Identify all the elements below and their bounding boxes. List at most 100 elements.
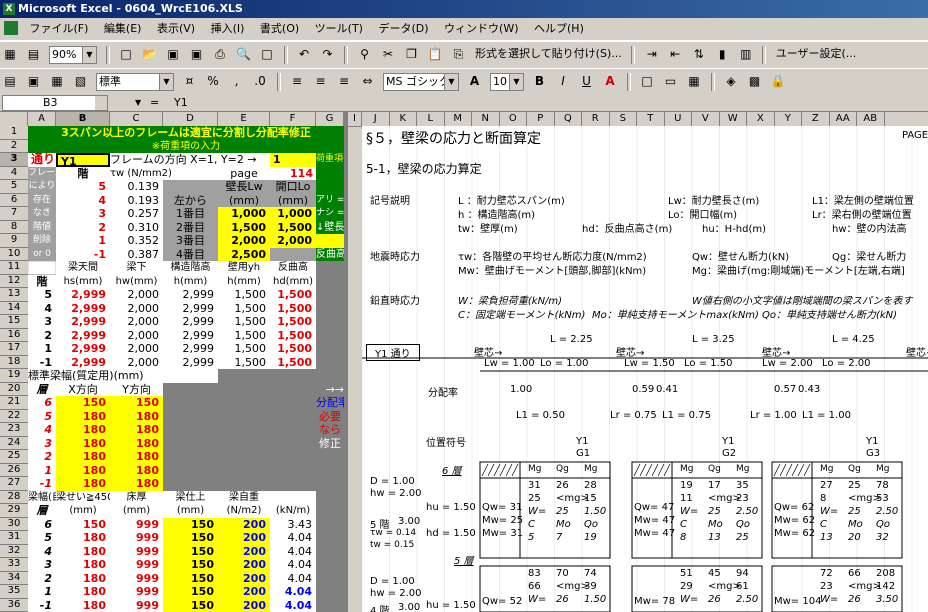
y-dir-header[interactable]: Y方向 bbox=[110, 382, 163, 396]
h-value[interactable]: 2,999 bbox=[163, 301, 218, 315]
fill-color-icon[interactable]: ◈ bbox=[722, 72, 740, 90]
finish-value[interactable]: 200 bbox=[218, 531, 270, 545]
self-width-value[interactable]: 180 bbox=[56, 558, 110, 572]
g-cell[interactable] bbox=[316, 450, 344, 464]
y-width-value[interactable]: 180 bbox=[110, 409, 163, 423]
row-header-7[interactable]: 7 bbox=[0, 207, 29, 221]
banner-note[interactable]: 3スパン以上のフレームは適宜に分割し分配率修正 bbox=[28, 126, 344, 140]
slab-value[interactable]: 150 bbox=[163, 558, 218, 572]
depth-value[interactable]: 999 bbox=[110, 585, 163, 599]
row-header-28[interactable]: 28 bbox=[0, 490, 29, 504]
g-cell[interactable] bbox=[316, 342, 344, 356]
column-header-G[interactable]: G bbox=[316, 112, 344, 127]
open-icon[interactable]: 📂 bbox=[141, 45, 159, 63]
opening-value[interactable] bbox=[270, 247, 316, 261]
menu-file[interactable]: ファイル(F) bbox=[24, 18, 95, 40]
hd-value[interactable]: 1,500 bbox=[270, 301, 316, 315]
g-cell[interactable] bbox=[316, 585, 344, 599]
h-value[interactable]: 2,999 bbox=[163, 288, 218, 302]
layer-number[interactable]: 3 bbox=[28, 558, 56, 572]
hw-value[interactable]: 2,000 bbox=[110, 301, 163, 315]
yh-value[interactable]: 1,500 bbox=[218, 355, 270, 369]
column-header-K[interactable]: K bbox=[389, 112, 417, 127]
row-header-6[interactable]: 6 bbox=[0, 193, 29, 207]
row-header-22[interactable]: 22 bbox=[0, 409, 29, 423]
unit-header[interactable]: hw(mm) bbox=[110, 274, 163, 288]
beam-depth-header[interactable]: 梁せい≧450 bbox=[56, 490, 110, 504]
row-header-2[interactable]: 2 bbox=[0, 139, 29, 153]
layer-number[interactable]: 4 bbox=[28, 423, 56, 437]
column-header-T[interactable]: T bbox=[637, 112, 665, 127]
position-label[interactable]: 1番目 bbox=[163, 207, 218, 221]
menu-edit[interactable]: 編集(E) bbox=[98, 18, 148, 40]
yh-value[interactable]: 1,500 bbox=[218, 301, 270, 315]
row-header-8[interactable]: 8 bbox=[0, 220, 29, 234]
row-header-33[interactable]: 33 bbox=[0, 558, 29, 572]
unit-header[interactable]: hs(mm) bbox=[56, 274, 110, 288]
trace-dependents-icon[interactable]: ⇤ bbox=[666, 45, 684, 63]
floor-number[interactable]: -1 bbox=[56, 247, 110, 261]
hs-value[interactable]: 2,999 bbox=[56, 301, 110, 315]
unit-header[interactable]: (kN/m) bbox=[270, 504, 316, 518]
row-header-20[interactable]: 20 bbox=[0, 382, 29, 396]
h-value[interactable]: 2,999 bbox=[163, 342, 218, 356]
layer-header[interactable]: 層 bbox=[28, 382, 56, 396]
g-cell[interactable] bbox=[316, 531, 344, 545]
hd-value[interactable]: 1,500 bbox=[270, 288, 316, 302]
save-all-icon[interactable]: ▣ bbox=[188, 45, 206, 63]
row-header-36[interactable]: 36 bbox=[0, 598, 29, 612]
self-width-value[interactable]: 150 bbox=[56, 517, 110, 531]
h-value[interactable]: 2,999 bbox=[163, 315, 218, 329]
wall-length-header[interactable]: 壁長Lw bbox=[218, 180, 270, 194]
weight-value[interactable]: 4.04 bbox=[270, 598, 316, 612]
yh-value[interactable]: 1,500 bbox=[218, 288, 270, 302]
frame-note-3[interactable]: 階値 bbox=[28, 220, 56, 234]
copy-icon[interactable]: ❐ bbox=[403, 45, 421, 63]
hw-value[interactable]: 2,000 bbox=[110, 315, 163, 329]
finish-value[interactable]: 200 bbox=[218, 585, 270, 599]
menu-view[interactable]: 表示(V) bbox=[151, 18, 201, 40]
menu-format[interactable]: 書式(O) bbox=[254, 18, 305, 40]
row-header-23[interactable]: 23 bbox=[0, 423, 29, 437]
row-header-18[interactable]: 18 bbox=[0, 355, 29, 369]
g-note[interactable]: ↓壁長等 bbox=[316, 220, 344, 234]
g-cell[interactable] bbox=[316, 355, 344, 369]
hd-value[interactable]: 1,500 bbox=[270, 355, 316, 369]
row-header-1[interactable]: 1 bbox=[0, 126, 29, 140]
g-cell[interactable] bbox=[316, 504, 344, 518]
floor-number[interactable]: 2 bbox=[28, 328, 56, 342]
story-height-header[interactable]: 構造階高 bbox=[163, 261, 218, 275]
y-width-value[interactable]: 150 bbox=[110, 396, 163, 410]
g-cell[interactable] bbox=[316, 369, 344, 383]
hd-value[interactable]: 1,500 bbox=[270, 328, 316, 342]
column-header-O[interactable]: O bbox=[499, 112, 527, 127]
layer-number[interactable]: 5 bbox=[28, 531, 56, 545]
menu-window[interactable]: ウィンドウ(W) bbox=[438, 18, 524, 40]
trace-precedents-icon[interactable]: ⇥ bbox=[643, 45, 661, 63]
unit-header[interactable]: (mm) bbox=[110, 504, 163, 518]
currency-icon[interactable]: ¤ bbox=[181, 72, 199, 90]
filler[interactable] bbox=[163, 396, 316, 410]
column-header-Y[interactable]: Y bbox=[774, 112, 802, 127]
hw-value[interactable]: 2,000 bbox=[110, 288, 163, 302]
bold-icon[interactable]: B bbox=[531, 72, 549, 90]
g-note[interactable]: 分配率 bbox=[316, 396, 344, 410]
table-icon[interactable]: ▦ bbox=[48, 72, 66, 90]
column-header-N[interactable]: N bbox=[472, 112, 500, 127]
remove-arrows-icon[interactable]: ⇅ bbox=[690, 45, 708, 63]
column-header-C[interactable]: C bbox=[110, 112, 163, 127]
hd-value[interactable]: 1,500 bbox=[270, 315, 316, 329]
page-label[interactable]: page bbox=[218, 166, 270, 180]
yh-value[interactable]: 1,500 bbox=[218, 315, 270, 329]
g-note[interactable]: 反曲高↓ bbox=[316, 247, 344, 261]
layer-number[interactable]: 4 bbox=[28, 544, 56, 558]
layout-icon[interactable]: ▤ bbox=[1, 72, 19, 90]
slab-header[interactable]: 床厚 bbox=[110, 490, 163, 504]
column-header-A[interactable]: A bbox=[28, 112, 56, 127]
align-center-icon[interactable]: ≡ bbox=[312, 72, 330, 90]
g-cell[interactable] bbox=[316, 544, 344, 558]
x-dir-header[interactable]: X方向 bbox=[56, 382, 110, 396]
x-width-value[interactable]: 150 bbox=[56, 396, 110, 410]
self-weight-header[interactable]: 梁自重 bbox=[218, 490, 270, 504]
column-header-F[interactable]: F bbox=[270, 112, 316, 127]
